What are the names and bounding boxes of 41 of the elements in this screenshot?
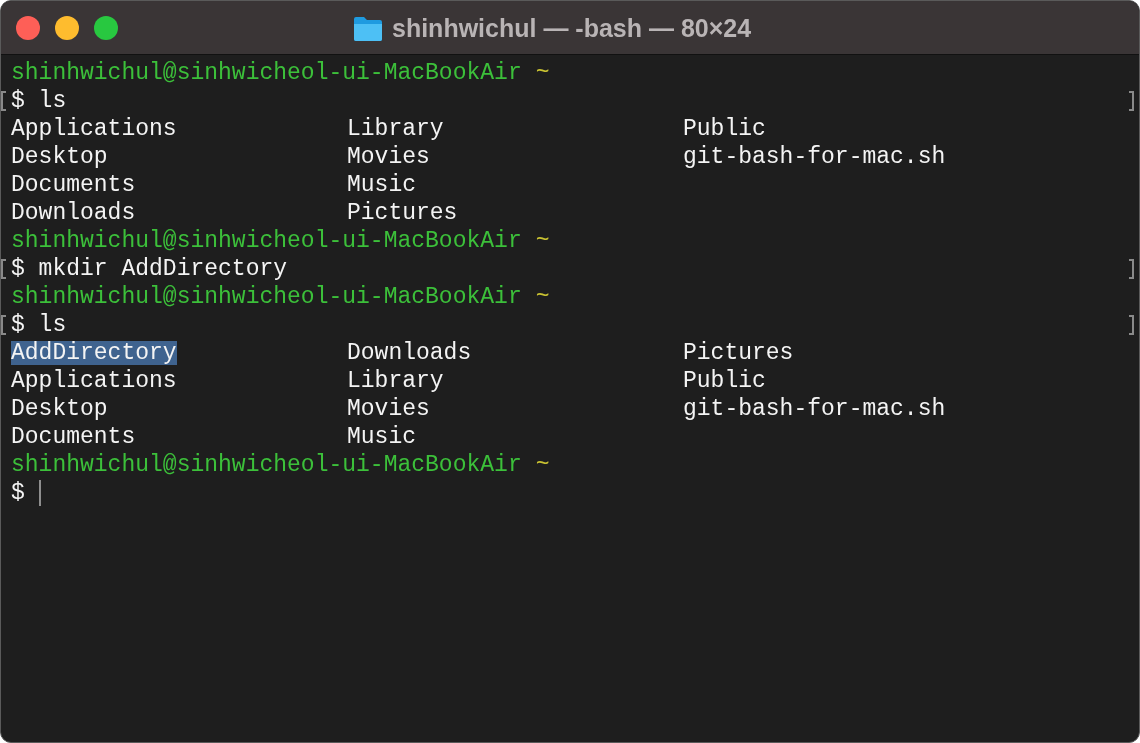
file-name: Applications	[11, 369, 177, 393]
file-name: Movies	[347, 145, 430, 169]
file-name: Pictures	[683, 341, 794, 365]
file-name: Pictures	[347, 201, 458, 225]
prompt-directory: ~	[535, 283, 550, 311]
close-button[interactable]	[16, 15, 40, 40]
file-name: Applications	[11, 117, 177, 141]
folder-icon	[353, 15, 383, 42]
prompt-directory: ~	[535, 451, 550, 479]
file-name: Music	[347, 425, 416, 449]
file-name: Public	[683, 117, 766, 141]
command-text: $ mkdir AddDirectory	[11, 255, 288, 283]
prompt-symbol: $	[11, 479, 25, 507]
command-text: $ ls	[11, 87, 67, 115]
window-title: shinhwichul — -bash — 80×24	[392, 14, 752, 43]
minimize-button[interactable]	[55, 15, 79, 40]
file-name: Downloads	[347, 341, 472, 365]
file-name: git-bash-for-mac.sh	[683, 145, 946, 169]
file-name: Desktop	[11, 397, 108, 421]
prompt-user-host: shinhwichul@sinhwicheol-ui-MacBookAir	[11, 59, 522, 87]
prompt-user-host: shinhwichul@sinhwicheol-ui-MacBookAir	[11, 451, 522, 479]
mark-bracket	[1129, 91, 1134, 111]
command-text: $ ls	[11, 311, 67, 339]
selected-file-name: AddDirectory	[11, 341, 177, 365]
file-name: Movies	[347, 397, 430, 421]
file-name: Desktop	[11, 145, 108, 169]
prompt-user-host: shinhwichul@sinhwicheol-ui-MacBookAir	[11, 283, 522, 311]
file-name: Public	[683, 369, 766, 393]
file-name: Music	[347, 173, 416, 197]
mark-bracket	[1129, 315, 1134, 335]
file-name: Downloads	[11, 201, 136, 225]
file-name: git-bash-for-mac.sh	[683, 397, 946, 421]
mark-bracket	[1129, 259, 1134, 279]
prompt-directory: ~	[535, 59, 550, 87]
file-name: Documents	[11, 425, 136, 449]
file-name: Documents	[11, 173, 136, 197]
prompt-directory: ~	[535, 227, 550, 255]
prompt-user-host: shinhwichul@sinhwicheol-ui-MacBookAir	[11, 227, 522, 255]
zoom-button[interactable]	[94, 15, 118, 40]
file-name: Library	[347, 369, 444, 393]
file-name: Library	[347, 117, 444, 141]
